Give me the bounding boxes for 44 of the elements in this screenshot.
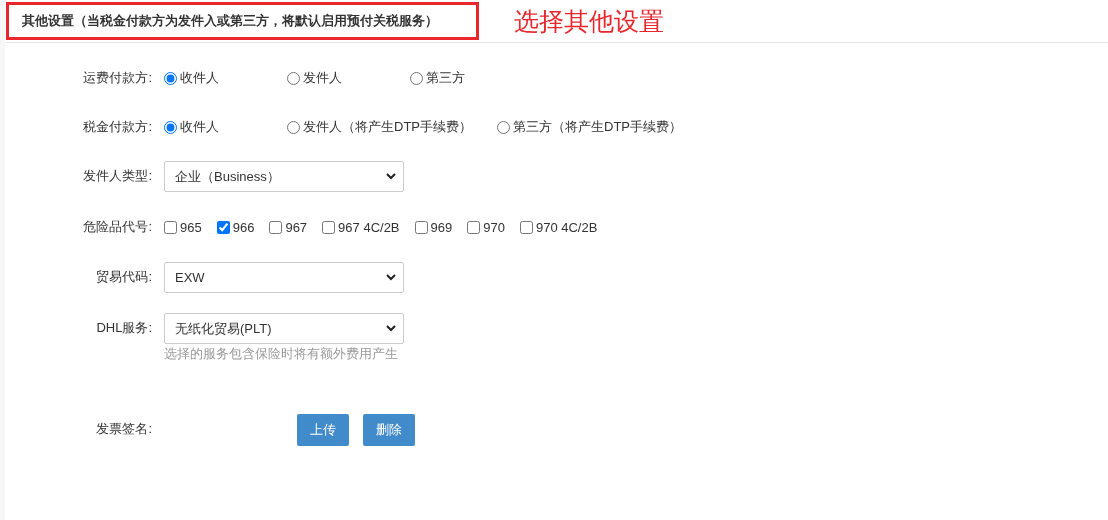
radio-button[interactable] — [164, 120, 177, 134]
action-button[interactable]: 上传 — [297, 414, 349, 446]
option-label: 967 — [285, 219, 308, 235]
field-label: 税金付款方: — [82, 118, 153, 136]
checkbox[interactable] — [467, 220, 481, 234]
section-title: 其他设置（当税金付款方为发件入或第三方，将默认启用预付关税服务） — [6, 2, 479, 40]
checkbox[interactable] — [519, 220, 533, 234]
option-label: 970 4C/2B — [535, 219, 598, 235]
option-label: 收件人 — [180, 118, 219, 136]
option-label: 966 — [232, 219, 255, 235]
field-label: DHL服务: — [95, 319, 153, 337]
checkbox[interactable] — [216, 220, 230, 234]
option-label: 发件人（将产生DTP手续费） — [303, 118, 472, 136]
checkbox[interactable] — [164, 220, 177, 234]
dropdown-field[interactable]: EXW — [164, 262, 404, 293]
checkbox[interactable] — [414, 220, 428, 234]
hint-text: 选择的服务包含保险时将有额外费用产生 — [164, 345, 399, 363]
radio-button[interactable] — [287, 71, 300, 85]
field-label: 运费付款方: — [82, 69, 153, 87]
field-label: 发票签名: — [95, 420, 153, 438]
radio-button[interactable] — [164, 71, 177, 85]
option-label: 965 — [180, 219, 202, 235]
action-button[interactable]: 删除 — [363, 414, 415, 446]
option-label: 发件人 — [303, 69, 342, 87]
option-label: 第三方（将产生DTP手续费） — [513, 118, 682, 136]
option-label: 第三方 — [426, 69, 465, 87]
annotation-text: 选择其他设置 — [514, 5, 664, 37]
checkbox[interactable] — [322, 220, 336, 234]
field-label: 危险品代号: — [82, 218, 153, 236]
radio-button[interactable] — [287, 120, 300, 134]
chevron-down-icon — [386, 173, 396, 180]
radio-button[interactable] — [410, 71, 423, 85]
field-label: 发件人类型: — [82, 167, 153, 185]
option-label: 970 — [483, 219, 505, 235]
checkbox[interactable] — [269, 220, 283, 234]
chevron-down-icon — [386, 274, 396, 281]
field-label: 贸易代码: — [95, 268, 153, 286]
option-label: 969 — [430, 219, 453, 235]
option-label: 967 4C/2B — [338, 219, 400, 235]
radio-button[interactable] — [497, 120, 510, 134]
dropdown-field[interactable]: 企业（Business） — [164, 161, 404, 192]
option-label: 收件人 — [180, 69, 219, 87]
chevron-down-icon — [386, 325, 396, 332]
dropdown-field[interactable]: 无纸化贸易(PLT) — [164, 313, 404, 344]
